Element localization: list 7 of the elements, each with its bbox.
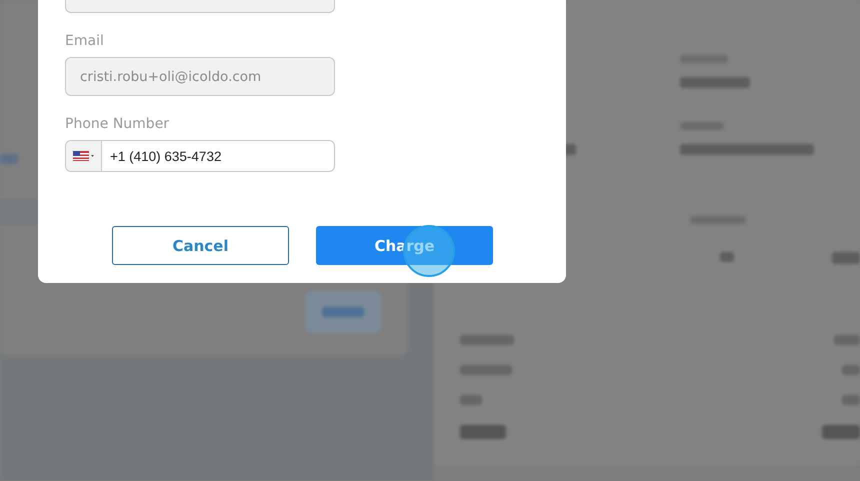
phone-field[interactable]: +1 (410) 635-4732	[65, 140, 335, 172]
country-selector[interactable]	[66, 141, 102, 171]
cancel-button[interactable]: Cancel	[112, 226, 289, 265]
flag-icon	[72, 151, 94, 161]
field-label: Phone Number	[65, 116, 170, 132]
field-label: Email	[65, 33, 104, 49]
input-field[interactable]	[65, 0, 335, 13]
